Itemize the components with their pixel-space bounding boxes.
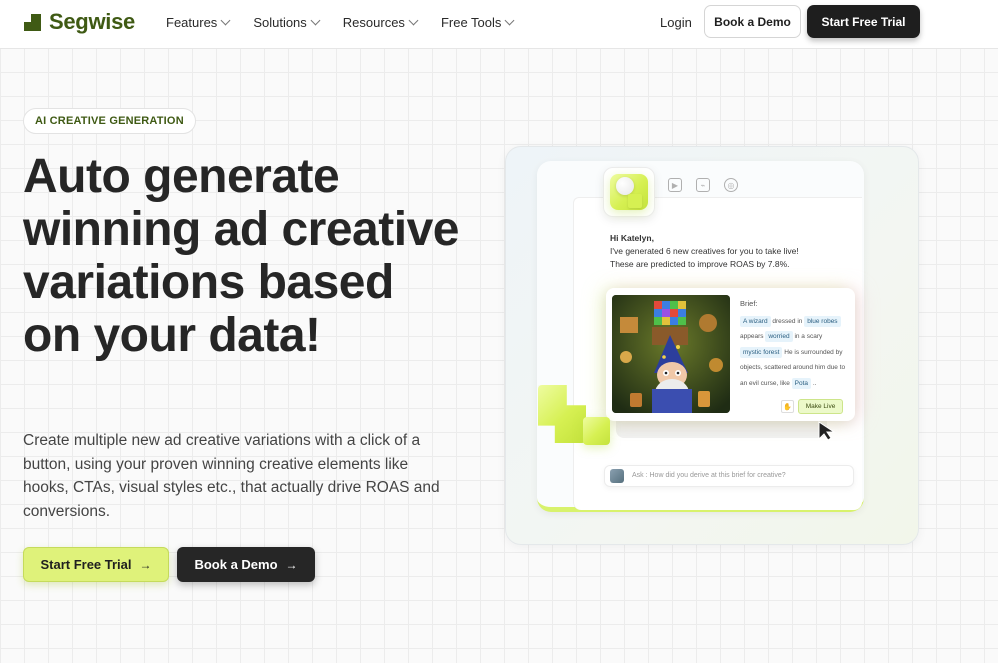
brief-tag: blue robes bbox=[804, 315, 841, 327]
green-cube-decoration bbox=[583, 417, 610, 445]
arrow-right-icon: → bbox=[285, 557, 298, 572]
menu-item-label: Free Tools bbox=[440, 15, 502, 30]
menu-item-label: Resources bbox=[342, 15, 405, 30]
menu-item-resources[interactable]: Resources bbox=[342, 15, 419, 30]
sphere-icon bbox=[616, 177, 634, 195]
section-badge: AI CREATIVE GENERATION bbox=[23, 108, 196, 134]
target-icon[interactable]: ◎ bbox=[724, 178, 738, 192]
card-stack-edge bbox=[616, 420, 827, 438]
arrow-right-icon: → bbox=[139, 557, 152, 572]
hero-headline: Auto generate winning ad creative variat… bbox=[23, 150, 459, 362]
book-demo-label: Book a Demo bbox=[194, 557, 278, 572]
presentation-icon[interactable]: ⌁ bbox=[696, 178, 710, 192]
book-demo-button[interactable]: Book a Demo → bbox=[177, 547, 315, 582]
brief-tag: A wizard bbox=[740, 315, 771, 327]
brief-segment: in a scary bbox=[794, 333, 823, 340]
start-trial-button[interactable]: Start Free Trial → bbox=[23, 547, 169, 582]
message-line-2: These are predicted to improve ROAS by 7… bbox=[610, 259, 790, 269]
brief-segment: appears bbox=[740, 333, 764, 340]
message-line-1: I've generated 6 new creatives for you t… bbox=[610, 246, 799, 256]
chevron-down-icon bbox=[220, 15, 231, 26]
logo-icon bbox=[24, 13, 41, 31]
brief-tag: mystic forest bbox=[740, 346, 783, 358]
main-menu: Features Solutions Resources Free Tools bbox=[166, 15, 515, 30]
thumbs-down-icon[interactable]: ✋ bbox=[781, 400, 794, 413]
tool-icons: ▶ ⌁ ◎ bbox=[668, 178, 738, 192]
brief-tag: worried bbox=[765, 331, 793, 342]
menu-item-features[interactable]: Features bbox=[166, 15, 231, 30]
menu-item-label: Features bbox=[166, 15, 218, 30]
menu-item-solutions[interactable]: Solutions bbox=[253, 15, 321, 30]
menu-item-label: Solutions bbox=[253, 15, 307, 30]
top-nav: Segwise Features Solutions Resources Fre… bbox=[0, 0, 998, 49]
brief-segment: dressed in bbox=[772, 317, 803, 325]
play-file-icon[interactable]: ▶ bbox=[668, 178, 682, 192]
menu-item-free-tools[interactable]: Free Tools bbox=[440, 15, 515, 30]
creative-thumbnail bbox=[612, 295, 730, 413]
brief-text: Brief: A wizard dressed in blue robes ap… bbox=[740, 296, 850, 391]
greeting: Hi Katelyn, bbox=[610, 233, 654, 243]
chevron-down-icon bbox=[310, 15, 321, 26]
ai-icon-tile bbox=[603, 167, 655, 217]
ask-input[interactable]: Ask : How did you derive at this brief f… bbox=[604, 465, 854, 487]
brief-label: Brief: bbox=[740, 299, 758, 308]
ask-placeholder: Ask : How did you derive at this brief f… bbox=[632, 472, 786, 479]
chevron-down-icon bbox=[504, 15, 515, 26]
chevron-down-icon bbox=[408, 15, 419, 26]
brand-logo[interactable]: Segwise bbox=[24, 9, 135, 35]
login-link[interactable]: Login bbox=[660, 15, 692, 30]
brief-tag: Pota bbox=[791, 377, 812, 389]
start-trial-label: Start Free Trial bbox=[40, 557, 132, 572]
brief-segment: .. bbox=[812, 379, 817, 387]
make-live-button[interactable]: Make Live bbox=[798, 399, 843, 414]
book-demo-nav-button[interactable]: Book a Demo bbox=[704, 5, 801, 38]
start-trial-nav-button[interactable]: Start Free Trial bbox=[807, 5, 920, 38]
brand-name: Segwise bbox=[49, 9, 135, 34]
small-cube-icon bbox=[628, 194, 642, 208]
hero-subtext: Create multiple new ad creative variatio… bbox=[23, 432, 440, 520]
mouse-cursor-icon bbox=[818, 421, 836, 441]
assistant-message: Hi Katelyn, I've generated 6 new creativ… bbox=[610, 232, 799, 271]
avatar bbox=[610, 469, 624, 483]
